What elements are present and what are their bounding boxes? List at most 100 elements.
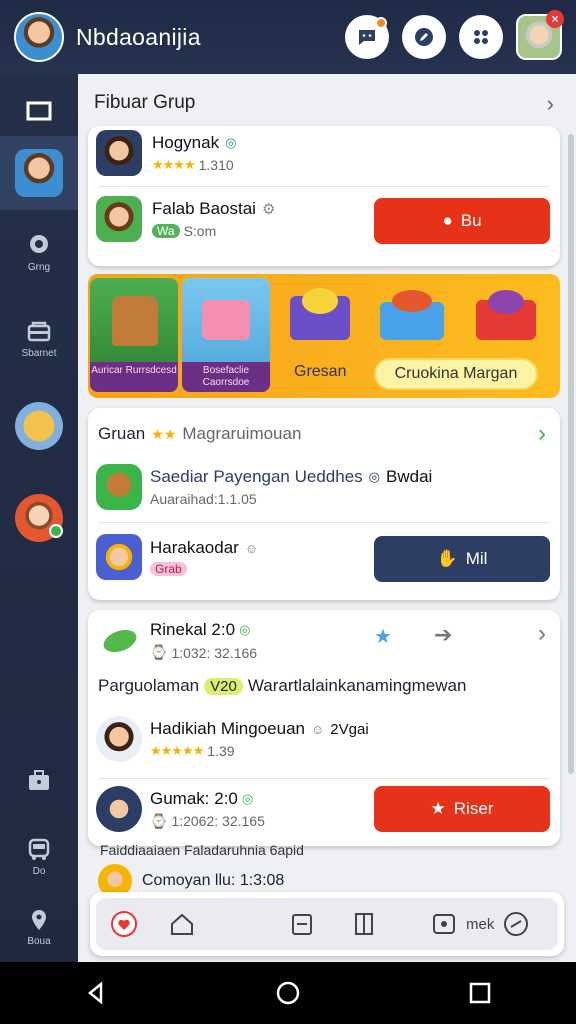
close-icon[interactable]: ×	[546, 10, 564, 28]
rail-item-sbarnet[interactable]: Sbarnet	[0, 318, 78, 359]
join-button[interactable]: ● Bu	[374, 198, 550, 244]
group-card-2: Gruan ★★ Magraruimouan › Saediar Payenga…	[88, 408, 560, 600]
rail-item-bot[interactable]	[0, 402, 78, 450]
heart-icon	[111, 911, 137, 937]
hand-icon: ✋	[436, 549, 458, 568]
item-name: Saediar Payengan Ueddhes	[150, 467, 363, 486]
share-icon[interactable]: ➔	[434, 622, 452, 648]
group-button[interactable]	[459, 15, 503, 59]
rail-label: Grng	[27, 262, 51, 273]
list-item[interactable]: Falab Baostai ⚙ Wa S:om	[96, 196, 275, 242]
home-circle-icon[interactable]	[275, 980, 301, 1006]
banner-label: Gresan	[294, 363, 347, 380]
divider	[98, 778, 550, 779]
item-avatar	[96, 464, 142, 510]
favorite-button[interactable]	[110, 906, 138, 942]
purple-chest-icon	[286, 284, 354, 348]
banner-tile[interactable]: Bosefaclie Caorrsdoe	[182, 278, 270, 392]
promo-prefix: Parguolaman	[98, 676, 200, 695]
card-sub: ⌚ 1:032: 32.166	[150, 644, 257, 661]
tile-caption: Auricar Rurrsdcesd	[90, 362, 178, 392]
bus-icon	[28, 838, 50, 860]
riser-button-label: Riser	[453, 799, 494, 818]
item-tag: 2Vgai	[330, 720, 369, 738]
mil-button[interactable]: ✋ Mil	[374, 536, 550, 582]
bottom-dock: mek	[90, 892, 564, 956]
card-header[interactable]: Rinekal 2:0 ◎ ⌚ 1:032: 32.166	[100, 620, 257, 661]
chevron-right-icon[interactable]: ›	[547, 91, 554, 117]
star-icon: ★★	[151, 425, 177, 442]
item-tag: Bwdai	[386, 467, 433, 486]
clipboard-icon	[292, 914, 312, 935]
rail-item-boua[interactable]: Boua	[0, 908, 78, 947]
list-item[interactable]: Harakaodar ☺ Grab	[96, 534, 258, 580]
banner-pill-button[interactable]: Cruokina Margan	[374, 358, 538, 390]
chevron-right-icon[interactable]: ›	[538, 420, 546, 448]
home-icon	[171, 913, 193, 935]
item-name: Hogynak	[152, 133, 220, 152]
rail-label: Do	[32, 866, 46, 877]
banner-tile[interactable]: Auricar Rurrsdcesd	[90, 278, 178, 392]
verified-icon: ◎	[368, 469, 381, 484]
list-item[interactable]: Hogynak ◎ ★★★★ 1.310	[96, 130, 236, 176]
rail-item-friend[interactable]	[0, 494, 78, 542]
group-card-3: Rinekal 2:0 ◎ ⌚ 1:032: 32.166 ★ ➔ › Parg…	[88, 610, 560, 846]
profile-avatar[interactable]: ×	[516, 10, 564, 60]
side-rail: Grng Sbarnet Do Boua	[0, 74, 78, 962]
item-avatar	[96, 130, 142, 176]
app-logo[interactable]	[14, 12, 64, 62]
item-name: Comoyan llu: 1:3:08	[142, 872, 285, 889]
list-item[interactable]: Gumak: 2:0 ◎ ⌚ 1:2062: 32.165	[96, 786, 265, 832]
app-title: Nbdaoanijia	[76, 23, 201, 50]
media-icon	[433, 914, 455, 934]
emoji-icon: ☺	[311, 721, 325, 737]
pen-icon	[415, 28, 433, 46]
rail-item-window[interactable]	[0, 88, 78, 134]
window-icon	[26, 101, 52, 121]
link-icon	[504, 912, 529, 936]
house-character-icon	[112, 296, 158, 346]
card-sub-text: 1:032: 32.166	[171, 644, 258, 661]
recents-icon[interactable]	[467, 980, 493, 1006]
item-meta: Grab	[150, 562, 258, 576]
join-button-label: Bu	[460, 211, 482, 230]
star-icon[interactable]: ★	[374, 624, 392, 649]
rail-item-do[interactable]: Do	[0, 836, 78, 877]
headset-icon	[30, 235, 48, 253]
clipboard-button[interactable]	[288, 906, 316, 942]
item-avatar	[96, 534, 142, 580]
back-icon[interactable]	[83, 980, 109, 1006]
briefcase-icon	[29, 770, 49, 790]
scrollbar[interactable]	[568, 134, 574, 774]
tile-caption: Bosefaclie Caorrsdoe	[182, 362, 270, 392]
rail-item-briefcase[interactable]	[0, 768, 78, 794]
item-meta: ★★★★★ 1.39	[150, 743, 369, 759]
online-badge	[49, 524, 63, 538]
rail-item-grng[interactable]: Grng	[0, 232, 78, 273]
pink-chest-icon	[202, 300, 250, 340]
item-meta-text: 1:2062: 32.165	[171, 813, 265, 829]
media-button[interactable]: mek	[430, 906, 530, 942]
footer-line: Faiddiaaiaen Faladaruhnia 6apid	[100, 842, 304, 858]
item-name: Falab Baostai	[152, 199, 256, 218]
promo-line: Parguolaman V20 Warartlalainkanamingmewa…	[98, 676, 466, 696]
promo-banner[interactable]: Auricar Rurrsdcesd Bosefaclie Caorrsdoe …	[88, 274, 560, 398]
home-button[interactable]	[168, 906, 196, 942]
list-item[interactable]: Hadikiah Mingoeuan ☺ 2Vgai ★★★★★ 1.39	[96, 716, 369, 762]
item-name: Harakaodar	[150, 538, 239, 557]
avatar	[15, 149, 63, 197]
section-title: Fibuar Grup	[94, 92, 196, 113]
top-bar: Nbdaoanijia ×	[0, 0, 576, 74]
list-item[interactable]: Saediar Payengan Ueddhes ◎ Bwdai Auaraih…	[96, 464, 432, 510]
item-meta: ★★★★ 1.310	[152, 157, 236, 173]
verified-icon: ◎	[239, 622, 251, 637]
chevron-right-icon[interactable]: ›	[538, 620, 546, 648]
chat-button[interactable]	[345, 15, 389, 59]
item-meta-text: S:om	[183, 223, 217, 239]
verified-icon: ◎	[225, 135, 237, 150]
document-button[interactable]	[350, 906, 378, 942]
riser-button[interactable]: ★ Riser	[374, 786, 550, 832]
item-rating: 1.39	[207, 743, 235, 759]
rail-item-profile[interactable]	[0, 136, 78, 210]
compose-button[interactable]	[402, 15, 446, 59]
